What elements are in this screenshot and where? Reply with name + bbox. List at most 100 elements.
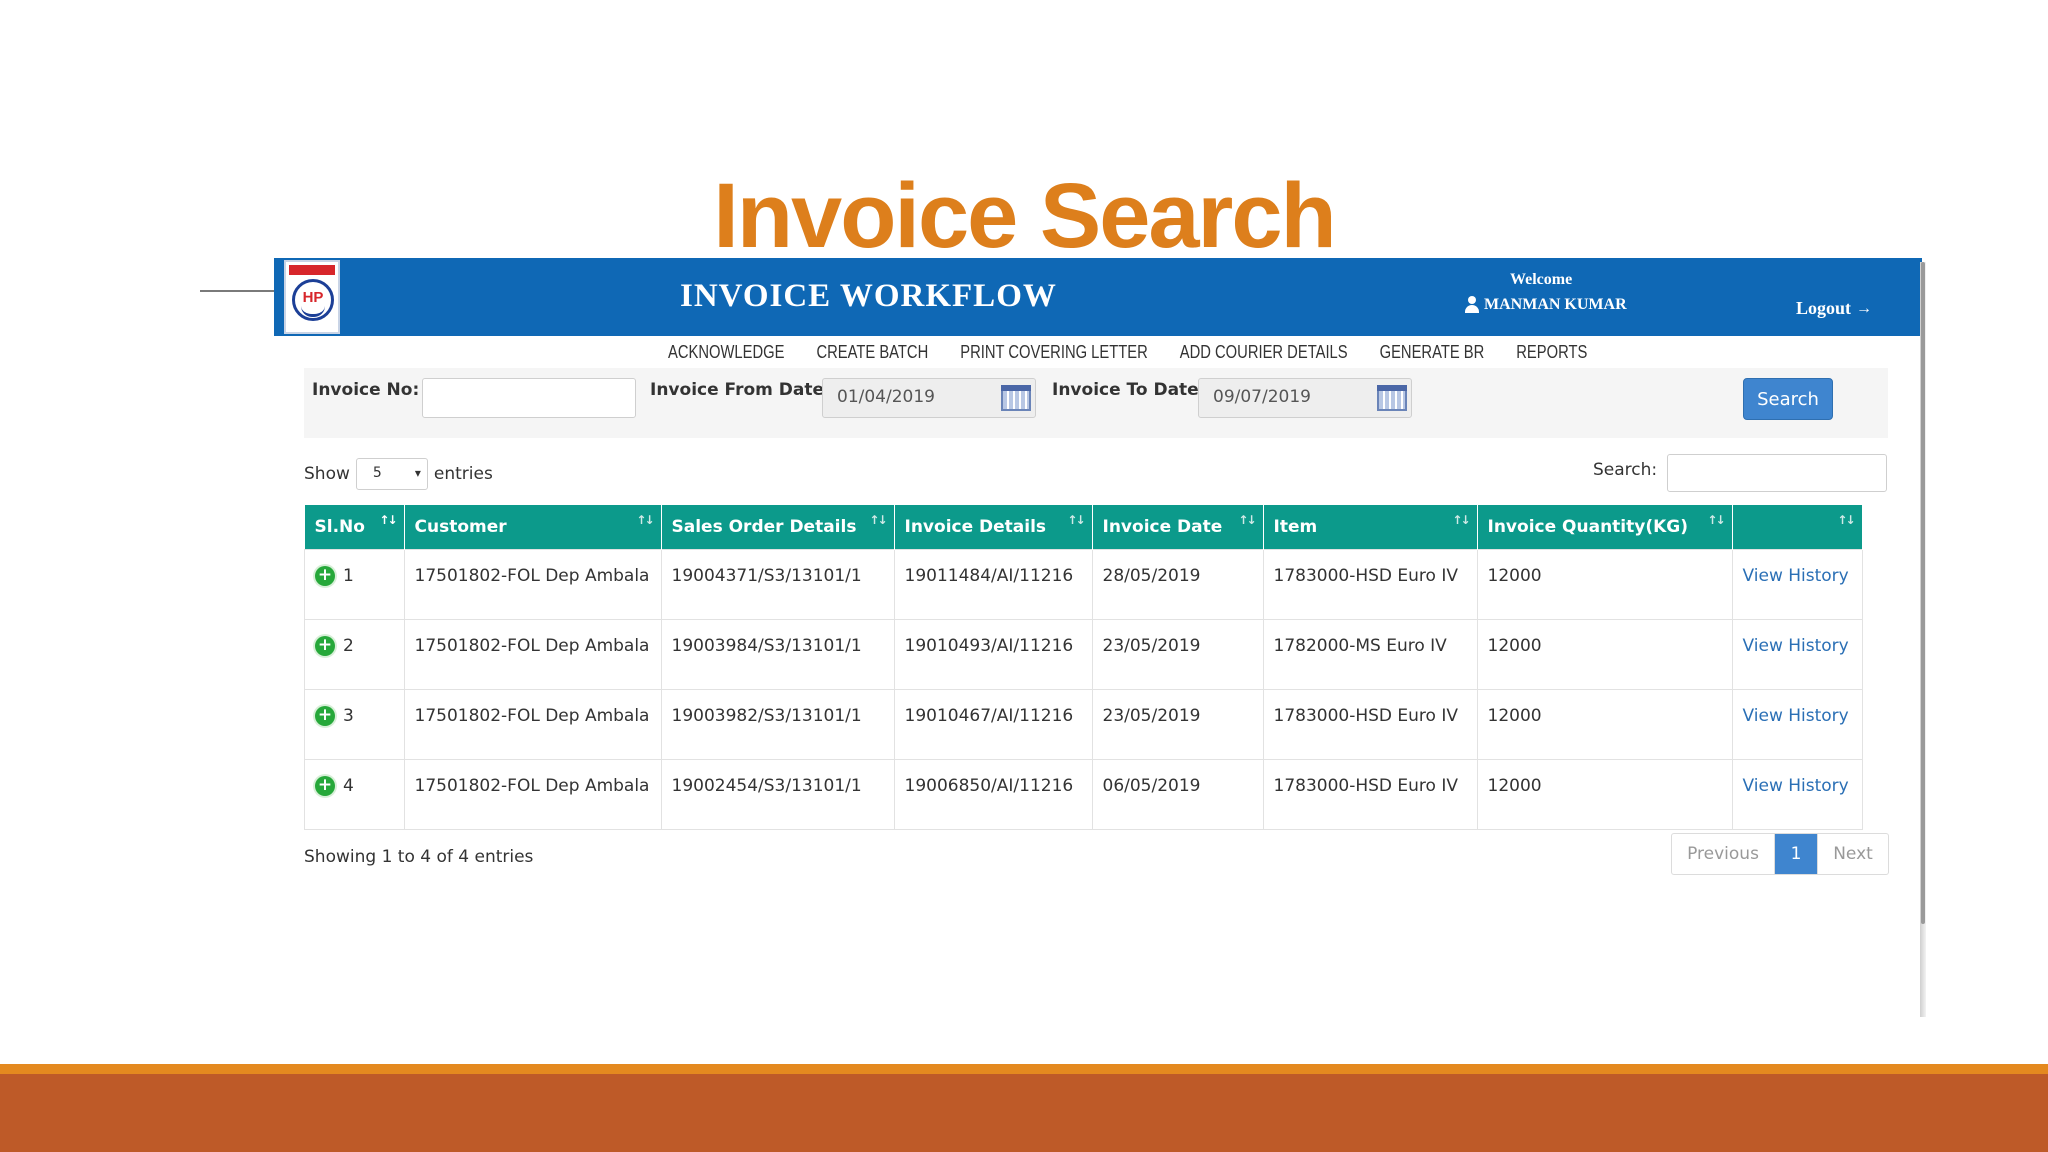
view-history-link[interactable]: View History: [1743, 566, 1849, 586]
filter-panel: Invoice No: Invoice From Date: 01/04/201…: [304, 368, 1888, 438]
cell-quantity: 12000: [1476, 689, 1733, 760]
menu-item-print-covering-letter[interactable]: PRINT COVERING LETTER: [960, 342, 1148, 363]
row-number: 1: [343, 566, 354, 586]
table-search-label: Search:: [1593, 460, 1658, 480]
cell-sales-order: 19003982/S3/13101/1: [660, 689, 895, 760]
expand-row-icon[interactable]: +: [315, 636, 335, 656]
logo-text: HP: [302, 289, 324, 306]
menu-item-generate-br[interactable]: GENERATE BR: [1380, 342, 1485, 363]
cell-sales-order: 19004371/S3/13101/1: [660, 549, 895, 620]
search-button[interactable]: Search: [1743, 378, 1833, 420]
next-page-button[interactable]: Next: [1817, 834, 1888, 874]
slide-title: Invoice Search: [713, 165, 1336, 267]
sort-icon: ↑↓: [869, 513, 887, 527]
column-label: Invoice Quantity(KG): [1487, 517, 1689, 537]
invoice-no-label: Invoice No:: [312, 380, 420, 400]
column-header-actions[interactable]: ↑↓: [1732, 505, 1863, 550]
from-date-value: 01/04/2019: [837, 387, 935, 407]
cell-quantity: 12000: [1476, 549, 1733, 620]
row-number: 4: [343, 776, 354, 796]
menu-item-acknowledge[interactable]: ACKNOWLEDGE: [668, 342, 784, 363]
top-bar: HP INVOICE WORKFLOW Welcome MANMAN KUMAR…: [274, 258, 1922, 336]
column-header-sales-order[interactable]: Sales Order Details ↑↓: [661, 505, 895, 550]
cell-action: View History: [1731, 689, 1863, 760]
cell-date: 23/05/2019: [1091, 619, 1264, 690]
cell-sales-order: 19003984/S3/13101/1: [660, 619, 895, 690]
menu-item-reports[interactable]: REPORTS: [1516, 342, 1587, 363]
sort-icon: ↑↓: [636, 513, 654, 527]
cell-action: View History: [1731, 549, 1863, 620]
column-label: Sl.No: [314, 517, 365, 537]
to-date-label: Invoice To Date:: [1052, 380, 1206, 400]
calendar-icon[interactable]: [1377, 385, 1407, 411]
page-1-button[interactable]: 1: [1775, 834, 1817, 874]
cell-item: 1783000-HSD Euro IV: [1262, 759, 1478, 830]
expand-row-icon[interactable]: +: [315, 566, 335, 586]
column-header-item[interactable]: Item ↑↓: [1263, 505, 1478, 550]
scrollbar[interactable]: [1921, 262, 1925, 924]
view-history-link[interactable]: View History: [1743, 636, 1849, 656]
from-date-input[interactable]: 01/04/2019: [822, 378, 1036, 418]
view-history-link[interactable]: View History: [1743, 706, 1849, 726]
expand-row-icon[interactable]: +: [315, 776, 335, 796]
cell-quantity: 12000: [1476, 759, 1733, 830]
page-size-value: 5: [372, 465, 382, 481]
logo-emblem: HP: [292, 279, 334, 321]
user-name: MANMAN KUMAR: [1484, 296, 1627, 313]
column-label: Invoice Details: [904, 517, 1047, 537]
cell-invoice: 19010493/AI/11216: [893, 619, 1093, 690]
column-label: Invoice Date: [1102, 517, 1223, 537]
cell-slno: +1: [304, 549, 405, 620]
table-row: +4 17501802-FOL Dep Ambala 19002454/S3/1…: [304, 759, 1863, 830]
logo-banner: [289, 265, 335, 275]
menu-item-add-courier-details[interactable]: ADD COURIER DETAILS: [1180, 342, 1348, 363]
logo-wave: [301, 306, 325, 317]
column-header-customer[interactable]: Customer ↑↓: [404, 505, 662, 550]
sort-icon: ↑↓: [1707, 513, 1725, 527]
table-search-input[interactable]: [1667, 454, 1887, 492]
logout-button[interactable]: Logout →: [1796, 298, 1872, 319]
column-header-invoice-date[interactable]: Invoice Date ↑↓: [1092, 505, 1264, 550]
to-date-input[interactable]: 09/07/2019: [1198, 378, 1412, 418]
footer-accent-line: [0, 1064, 2048, 1074]
decorative-line: [200, 290, 276, 292]
cell-item: 1782000-MS Euro IV: [1262, 619, 1478, 690]
cell-slno: +3: [304, 689, 405, 760]
cell-invoice: 19011484/AI/11216: [893, 549, 1093, 620]
column-header-quantity[interactable]: Invoice Quantity(KG) ↑↓: [1477, 505, 1733, 550]
cell-quantity: 12000: [1476, 619, 1733, 690]
invoice-no-input[interactable]: [422, 378, 636, 418]
cell-invoice: 19010467/AI/11216: [893, 689, 1093, 760]
menu-item-create-batch[interactable]: CREATE BATCH: [816, 342, 928, 363]
table-row: +3 17501802-FOL Dep Ambala 19003982/S3/1…: [304, 689, 1863, 760]
app-title: INVOICE WORKFLOW: [680, 278, 1057, 314]
page-size-select[interactable]: 5: [355, 458, 428, 490]
show-entries: Show 5 entries: [304, 458, 493, 490]
cell-sales-order: 19002454/S3/13101/1: [660, 759, 895, 830]
main-menu: ACKNOWLEDGE CREATE BATCH PRINT COVERING …: [668, 342, 1587, 363]
column-label: Customer: [414, 517, 507, 537]
expand-row-icon[interactable]: +: [315, 706, 335, 726]
cell-slno: +2: [304, 619, 405, 690]
cell-customer: 17501802-FOL Dep Ambala: [403, 619, 662, 690]
to-date-value: 09/07/2019: [1213, 387, 1311, 407]
welcome-text: Welcome: [1510, 271, 1573, 288]
cell-action: View History: [1731, 619, 1863, 690]
cell-invoice: 19006850/AI/11216: [893, 759, 1093, 830]
view-history-link[interactable]: View History: [1743, 776, 1849, 796]
cell-item: 1783000-HSD Euro IV: [1262, 549, 1478, 620]
cell-item: 1783000-HSD Euro IV: [1262, 689, 1478, 760]
cell-customer: 17501802-FOL Dep Ambala: [403, 689, 662, 760]
calendar-icon[interactable]: [1001, 385, 1031, 411]
column-header-invoice-details[interactable]: Invoice Details ↑↓: [894, 505, 1093, 550]
entries-label: entries: [433, 464, 493, 484]
cell-action: View History: [1731, 759, 1863, 830]
table-row: +1 17501802-FOL Dep Ambala 19004371/S3/1…: [304, 549, 1863, 620]
column-label: Item: [1273, 517, 1318, 537]
column-header-slno[interactable]: Sl.No ↑↓: [304, 505, 405, 550]
table-row: +2 17501802-FOL Dep Ambala 19003984/S3/1…: [304, 619, 1863, 690]
invoice-table: Sl.No ↑↓ Customer ↑↓ Sales Order Details ↑↓…: [304, 505, 1863, 830]
sort-icon: ↑↓: [1238, 513, 1256, 527]
previous-page-button[interactable]: Previous: [1672, 834, 1775, 874]
sort-icon: ↑↓: [1452, 513, 1470, 527]
